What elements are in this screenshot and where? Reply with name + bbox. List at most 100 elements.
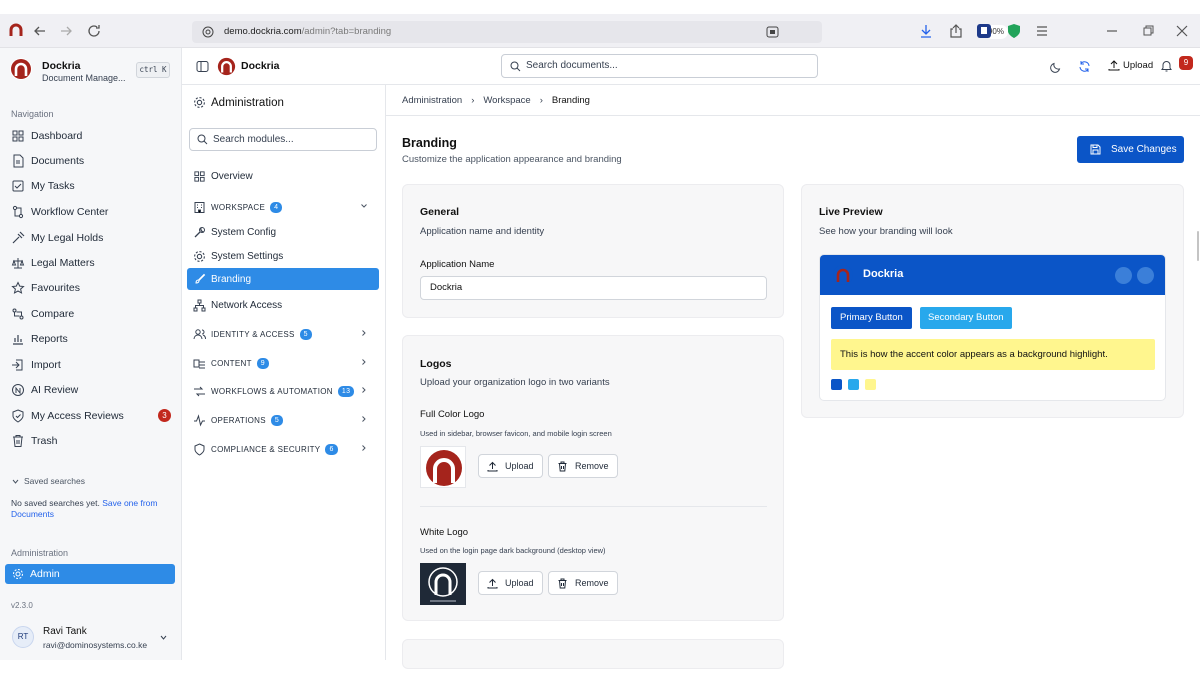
main-content: Administration › Workspace › Branding Br… <box>386 85 1200 669</box>
sidebar-item-compare[interactable]: Compare <box>11 304 74 324</box>
save-icon <box>1090 144 1101 155</box>
user-menu-chevron-icon[interactable] <box>159 633 168 642</box>
module-branding[interactable]: Branding <box>187 268 379 290</box>
sidebar-item-my-access-reviews[interactable]: My Access Reviews 3 <box>11 406 171 426</box>
module-group-operations[interactable]: OPERATIONS 5 <box>193 410 373 430</box>
sidebar-item-ai-review[interactable]: AI Review <box>11 380 78 400</box>
app-subtitle: Document Manage... <box>42 73 126 83</box>
dark-mode-icon[interactable] <box>1050 60 1063 73</box>
sidebar-item-legal-matters[interactable]: Legal Matters <box>11 253 95 273</box>
app-name-label: Application Name <box>420 259 495 270</box>
module-system-config[interactable]: System Config <box>193 222 276 242</box>
share-icon[interactable] <box>948 23 964 39</box>
reader-view-icon[interactable] <box>766 26 779 38</box>
sidebar-item-dashboard[interactable]: Dashboard <box>11 126 82 146</box>
sidebar-item-admin[interactable]: Admin <box>5 564 175 584</box>
white-logo-upload-button[interactable]: Upload <box>478 571 543 595</box>
sync-icon[interactable] <box>1078 60 1091 73</box>
documents-link[interactable]: Documents <box>11 509 54 519</box>
download-icon[interactable] <box>918 23 934 39</box>
live-preview-card: Live Preview See how your branding will … <box>801 184 1184 418</box>
breadcrumb-item[interactable]: Workspace <box>483 95 530 106</box>
save-one-link[interactable]: Save one from <box>102 498 157 508</box>
module-group-workspace[interactable]: WORKSPACE 4 <box>193 197 373 217</box>
module-group-compliance-security[interactable]: COMPLIANCE & SECURITY 6 <box>193 439 373 459</box>
full-logo-remove-button[interactable]: Remove <box>548 454 618 478</box>
logos-subtitle: Upload your organization logo in two var… <box>420 377 610 388</box>
sidebar: Dockria Document Manage... ctrl K Naviga… <box>0 48 182 660</box>
chevron-right-icon <box>362 330 366 336</box>
sidebar-item-label: My Tasks <box>31 180 75 192</box>
ai-icon <box>12 384 24 396</box>
live-preview-title: Live Preview <box>819 206 883 218</box>
sidebar-item-workflow-center[interactable]: Workflow Center <box>11 202 108 222</box>
sidebar-item-trash[interactable]: Trash <box>11 431 57 451</box>
upload-icon <box>487 461 498 471</box>
sidebar-item-label: Legal Matters <box>31 257 95 269</box>
page-title: Branding <box>402 136 457 150</box>
user-name: Ravi Tank <box>43 626 87 637</box>
browser-app-icon[interactable] <box>8 23 24 39</box>
menu-icon[interactable] <box>1034 23 1050 39</box>
app-name-input[interactable]: Dockria <box>420 276 767 300</box>
next-card <box>402 639 784 669</box>
sidebar-toggle-icon[interactable] <box>196 60 209 73</box>
search-modules-input[interactable]: Search modules... <box>189 128 377 151</box>
sidebar-item-label: Compare <box>31 308 75 320</box>
sidebar-item-reports[interactable]: Reports <box>11 329 68 349</box>
bell-icon[interactable] <box>1160 59 1173 72</box>
group-count-badge: 5 <box>270 414 284 426</box>
breadcrumb: Administration › Workspace › Branding <box>386 85 1200 116</box>
sidebar-item-import[interactable]: Import <box>11 355 61 375</box>
avatar[interactable]: RT <box>12 626 34 648</box>
close-icon[interactable] <box>1174 23 1190 39</box>
module-group-workflows-automation[interactable]: WORKFLOWS & AUTOMATION 13 <box>193 381 373 401</box>
sidebar-item-favourites[interactable]: Favourites <box>11 278 80 298</box>
forward-icon[interactable] <box>58 23 74 39</box>
back-icon[interactable] <box>32 23 48 39</box>
white-logo-remove-button[interactable]: Remove <box>548 571 618 595</box>
site-info-icon[interactable] <box>202 26 214 38</box>
task-check-icon <box>12 180 24 192</box>
sidebar-item-my-legal-holds[interactable]: My Legal Holds <box>11 228 103 248</box>
primary-color-swatch <box>831 379 842 390</box>
sidebar-item-label: Workflow Center <box>31 206 109 218</box>
gear-icon <box>194 97 205 108</box>
save-changes-button[interactable]: Save Changes <box>1077 136 1184 163</box>
shortcut-badge[interactable]: ctrl K <box>136 62 170 78</box>
sidebar-item-documents[interactable]: Documents <box>11 151 84 171</box>
module-network-access[interactable]: Network Access <box>193 295 282 315</box>
app-logo[interactable] <box>10 58 32 80</box>
full-color-logo-preview <box>420 446 466 488</box>
module-overview[interactable]: Overview <box>193 166 253 186</box>
live-preview-subtitle: See how your branding will look <box>819 226 953 237</box>
shield-extension-icon[interactable] <box>1006 23 1022 39</box>
reload-icon[interactable] <box>86 23 102 39</box>
module-system-settings[interactable]: System Settings <box>193 246 283 266</box>
upload-button[interactable]: Upload <box>1108 59 1153 71</box>
sidebar-item-my-tasks[interactable]: My Tasks <box>11 176 75 196</box>
sidebar-item-label: Trash <box>31 435 58 447</box>
address-bar[interactable]: demo.dockria.com/admin?tab=branding 90% <box>192 21 1008 43</box>
group-label: IDENTITY & ACCESS <box>211 329 295 339</box>
search-documents-input[interactable]: Search documents... <box>501 54 818 78</box>
sidebar-item-label: Import <box>31 359 61 371</box>
saved-empty-text: No saved searches yet. <box>11 498 100 508</box>
module-group-identity-access[interactable]: IDENTITY & ACCESS 5 <box>193 324 373 344</box>
restore-icon[interactable] <box>1140 23 1156 39</box>
module-group-content[interactable]: CONTENT 9 <box>193 353 373 373</box>
logos-title: Logos <box>420 358 452 370</box>
module-label: Network Access <box>211 299 283 311</box>
minimize-icon[interactable] <box>1104 23 1120 39</box>
scrollbar-thumb[interactable] <box>1197 231 1199 261</box>
breadcrumb-separator: › <box>471 94 475 106</box>
url-domain: demo.dockria.com <box>224 26 302 37</box>
general-subtitle: Application name and identity <box>420 226 545 237</box>
settings-icon <box>194 250 205 262</box>
full-logo-upload-button[interactable]: Upload <box>478 454 543 478</box>
saved-searches-toggle[interactable]: Saved searches <box>11 476 85 486</box>
breadcrumb-item[interactable]: Administration <box>402 95 462 106</box>
extension-icon[interactable] <box>976 23 992 39</box>
url-path: /admin?tab=branding <box>301 26 392 37</box>
grid-icon <box>12 130 24 142</box>
